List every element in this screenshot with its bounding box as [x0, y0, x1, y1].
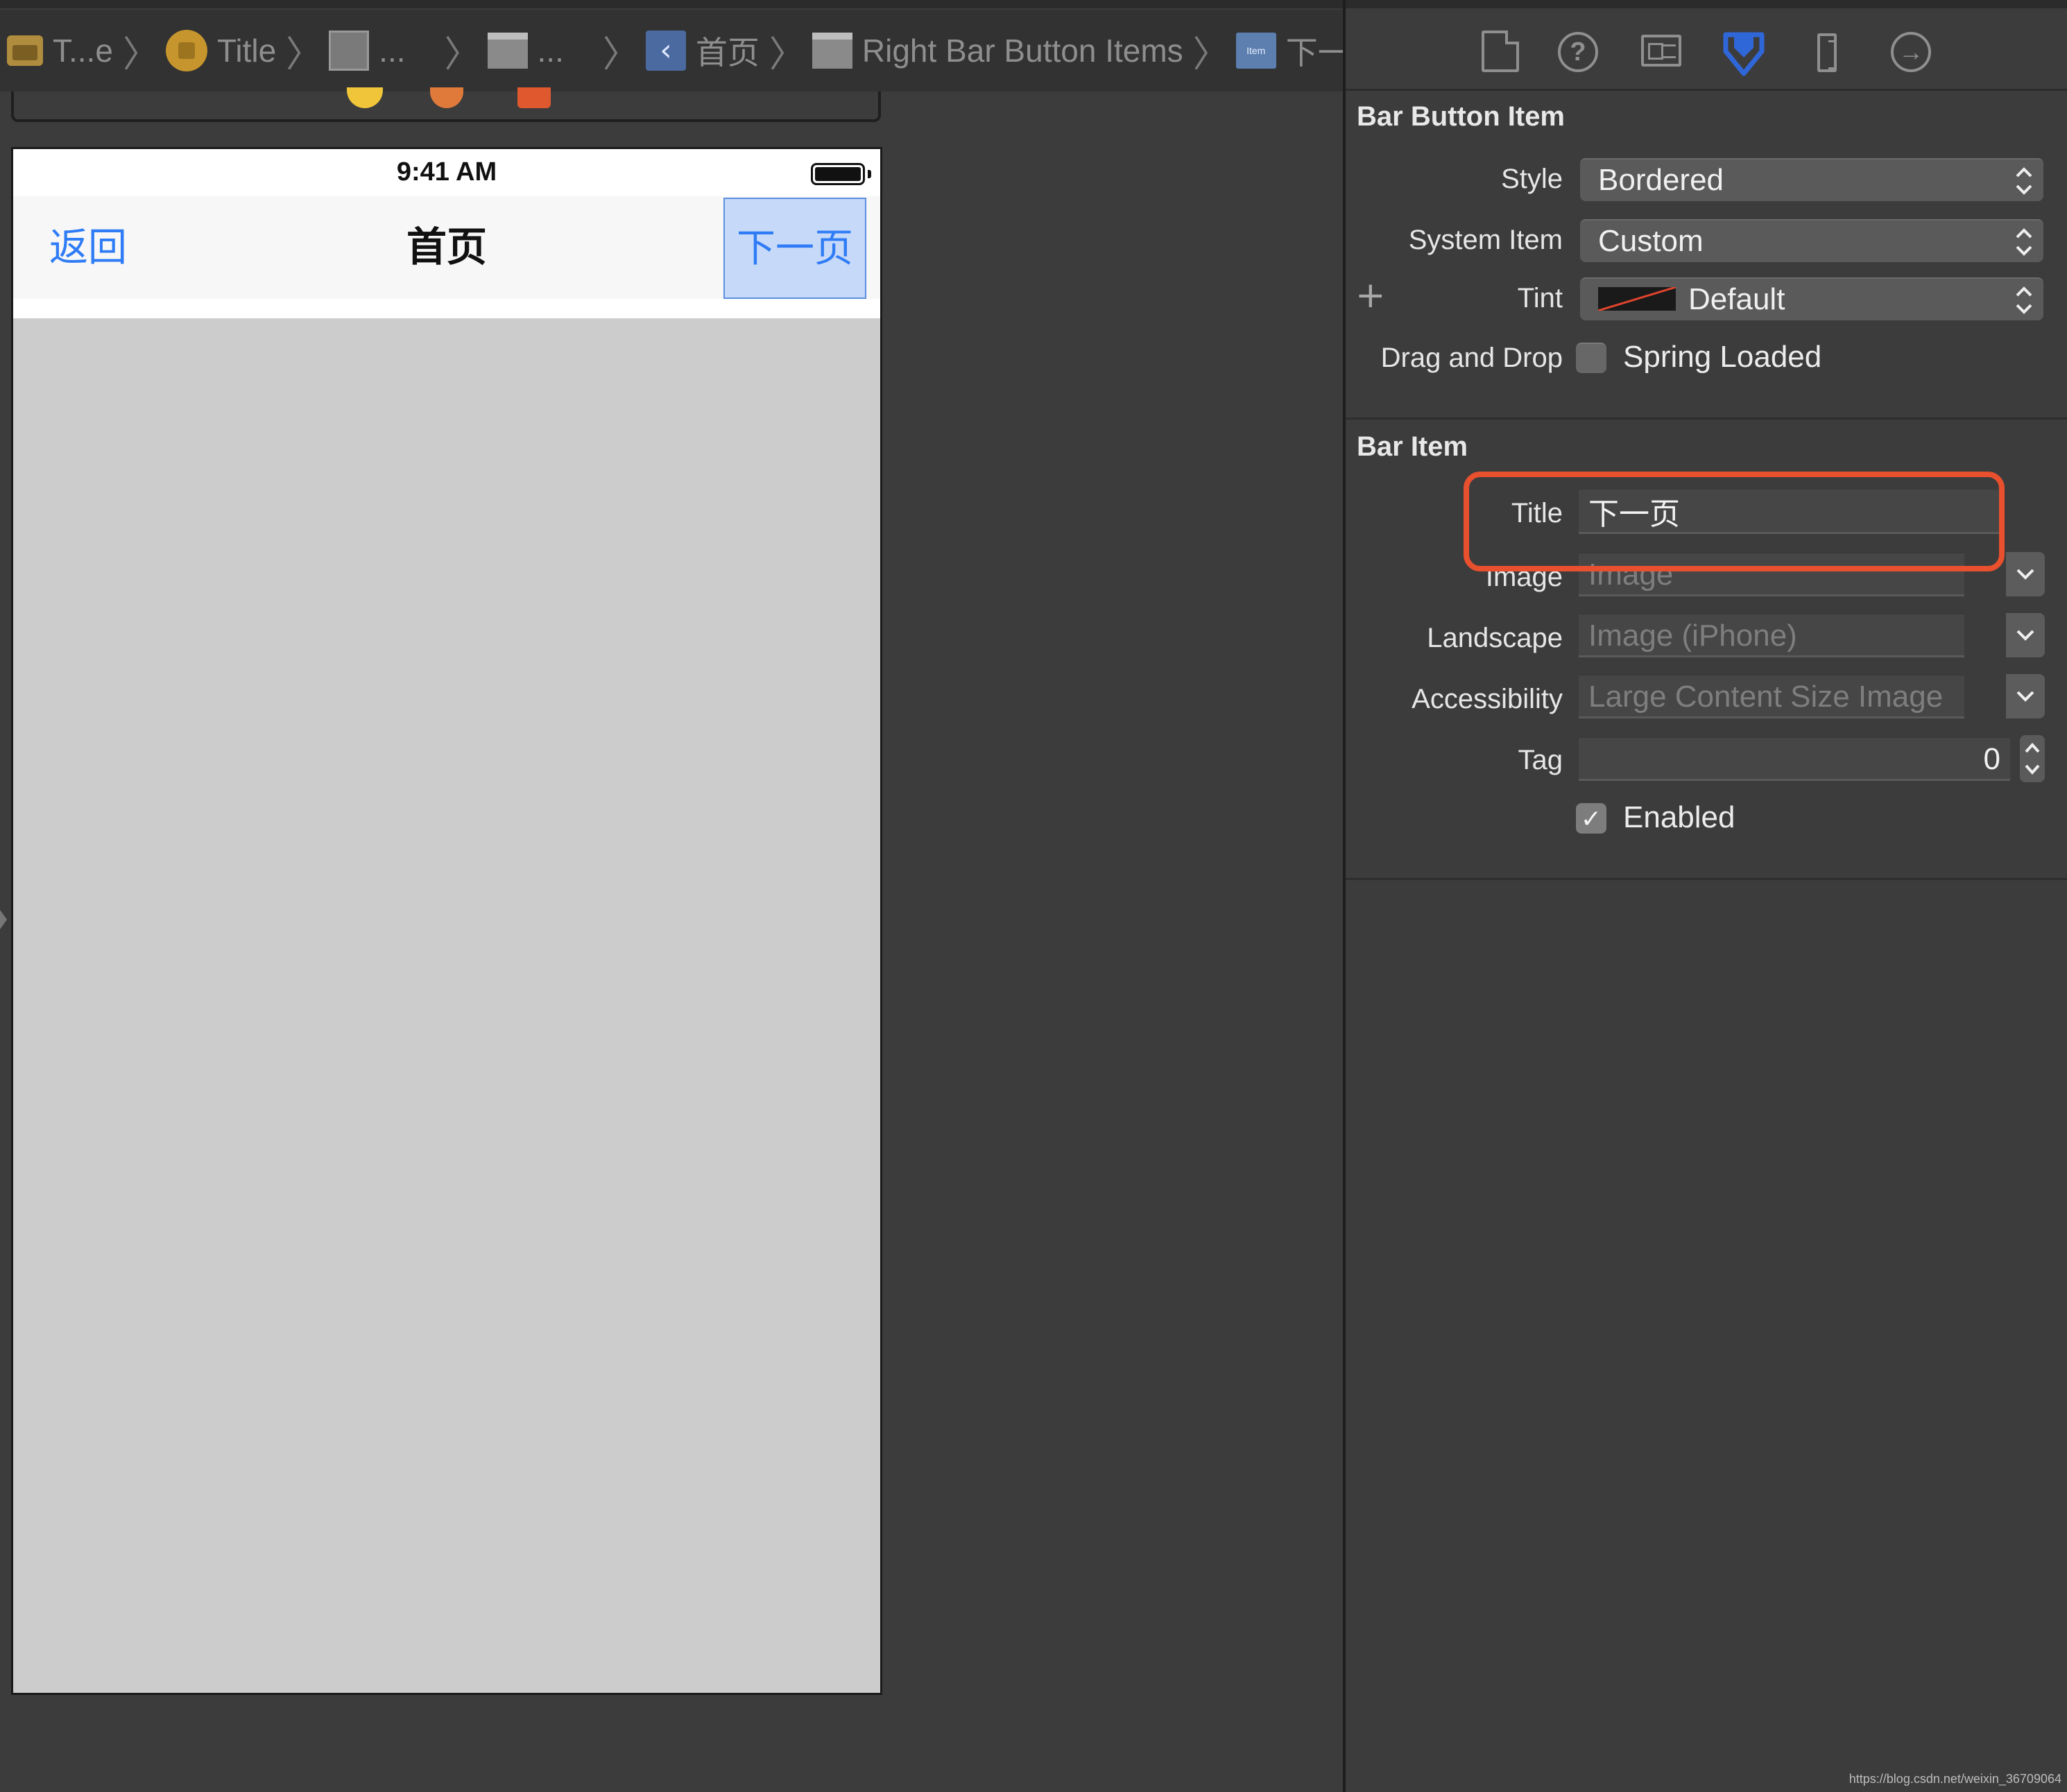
accessibility-dropdown-button[interactable]	[2006, 674, 2045, 718]
accessibility-combo-field[interactable]: Large Content Size Image	[1579, 674, 1964, 718]
landscape-combo-field[interactable]: Image (iPhone)	[1579, 613, 1964, 657]
storyboard-icon	[7, 35, 43, 66]
image-dropdown-button[interactable]	[2006, 552, 2045, 596]
scene-icon	[165, 30, 207, 71]
connections-inspector-icon[interactable]: →	[1891, 32, 1931, 72]
scene-dock	[11, 87, 881, 122]
chevron-right-icon: 〉	[122, 33, 159, 76]
status-time: 9:41 AM	[396, 157, 497, 187]
iphone-scene[interactable]: 9:41 AM 返回 首页 下一页	[11, 147, 882, 1695]
canvas-resize-handle[interactable]	[0, 910, 7, 929]
popup-arrows-icon	[2014, 164, 2034, 198]
crumb-storyboard[interactable]: T...e 〉	[3, 10, 166, 92]
jump-bar: T...e 〉 Title 〉 ... 〉 ... 〉 ‹ 首页 〉 Right…	[0, 10, 1343, 92]
system-item-value: Custom	[1598, 224, 1704, 258]
window-edge	[0, 0, 1343, 8]
bar-button-item-icon: Item	[1235, 33, 1276, 69]
chevron-down-icon	[2016, 630, 2034, 641]
navigation-bar-icon	[487, 33, 528, 69]
inspector-tab-bar: ? →	[1346, 10, 2067, 91]
tint-label: Tint	[1517, 283, 1563, 313]
drag-and-drop-label: Drag and Drop	[1380, 343, 1563, 373]
crumb-bar-button-item[interactable]: Item 下一页	[1235, 10, 1343, 92]
quick-help-icon[interactable]: ?	[1558, 32, 1598, 72]
landscape-label: Landscape	[1427, 623, 1563, 653]
navigation-item-icon: ‹	[645, 31, 686, 71]
crumb-right-bar-button-items[interactable]: Right Bar Button Items 〉	[812, 10, 1236, 92]
crumb-view-controller[interactable]: ... 〉	[329, 10, 487, 92]
tint-swatch-icon	[1598, 287, 1676, 311]
popup-arrows-icon	[2014, 283, 2034, 318]
chevron-right-icon: 〉	[602, 33, 639, 76]
first-responder-dock-icon[interactable]	[430, 87, 463, 108]
spring-loaded-checkbox[interactable]	[1576, 343, 1606, 373]
system-item-label: System Item	[1408, 225, 1563, 255]
section-title-bar-item: Bar Item	[1357, 431, 1468, 462]
enabled-label: Enabled	[1623, 800, 1735, 834]
chevron-right-icon: 〉	[1192, 33, 1229, 76]
attributes-inspector: ? → Bar Button Item Style Bordered Syste…	[1346, 0, 2067, 1792]
section-divider	[1346, 417, 2067, 420]
system-item-popup[interactable]: Custom	[1580, 219, 2043, 262]
watermark: https://blog.csdn.net/weixin_36709064	[1849, 1772, 2061, 1786]
storyboard-canvas[interactable]: T...e 〉 Title 〉 ... 〉 ... 〉 ‹ 首页 〉 Right…	[0, 0, 1343, 1792]
crumb-label: ...	[379, 33, 406, 69]
style-popup[interactable]: Bordered	[1580, 158, 2043, 201]
view-controller-dock-icon[interactable]	[347, 87, 383, 108]
landscape-dropdown-button[interactable]	[2006, 613, 2045, 657]
battery-icon	[811, 163, 865, 185]
navigation-bar-icon	[812, 33, 852, 69]
next-page-bar-button[interactable]: 下一页	[723, 198, 866, 299]
crumb-label: Right Bar Button Items	[861, 33, 1183, 69]
status-bar: 9:41 AM	[13, 149, 880, 196]
enabled-checkbox[interactable]: ✓	[1576, 803, 1606, 834]
crumb-navigation-bar[interactable]: ... 〉	[487, 10, 646, 92]
crumb-label: ...	[537, 33, 564, 69]
identity-inspector-icon[interactable]	[1641, 35, 1681, 67]
navigation-bar[interactable]: 返回 首页 下一页	[13, 196, 880, 300]
popup-arrows-icon	[2014, 225, 2034, 259]
chevron-down-icon	[2016, 569, 2034, 580]
crumb-label: T...e	[53, 33, 113, 69]
size-inspector-icon[interactable]	[1817, 33, 1837, 72]
checkmark-icon: ✓	[1580, 805, 1602, 834]
attributes-inspector-icon[interactable]	[1723, 31, 1765, 76]
battery-tip	[868, 170, 871, 178]
crumb-navigation-item[interactable]: ‹ 首页 〉	[645, 10, 812, 92]
navigation-bar-extension	[13, 299, 880, 318]
crumb-label: Title	[216, 33, 277, 69]
crumb-label: 下一页	[1285, 35, 1343, 71]
tag-stepper[interactable]	[2020, 735, 2045, 782]
section-divider	[1346, 878, 2067, 880]
view-controller-icon	[329, 31, 370, 71]
chevron-right-icon: 〉	[286, 33, 323, 76]
tint-value: Default	[1688, 282, 1785, 316]
window-edge	[1346, 0, 2067, 8]
stepper-arrows-icon	[2025, 743, 2040, 775]
tag-label: Tag	[1518, 745, 1563, 775]
style-value: Bordered	[1598, 163, 1724, 197]
tag-field[interactable]: 0	[1579, 736, 2010, 781]
style-label: Style	[1501, 164, 1563, 194]
chevron-down-icon	[2016, 691, 2034, 702]
chevron-right-icon: 〉	[769, 33, 805, 76]
highlight-annotation-box	[1464, 472, 2005, 571]
accessibility-label: Accessibility	[1412, 684, 1563, 714]
crumb-label: 首页	[695, 35, 760, 71]
crumb-scene[interactable]: Title 〉	[165, 10, 329, 92]
file-inspector-icon[interactable]	[1482, 31, 1519, 72]
section-title-bar-button-item: Bar Button Item	[1357, 101, 1565, 132]
spring-loaded-label: Spring Loaded	[1623, 340, 1822, 374]
tint-popup[interactable]: Default	[1580, 277, 2043, 320]
exit-dock-icon[interactable]	[517, 87, 551, 108]
chevron-right-icon: 〉	[444, 33, 481, 76]
